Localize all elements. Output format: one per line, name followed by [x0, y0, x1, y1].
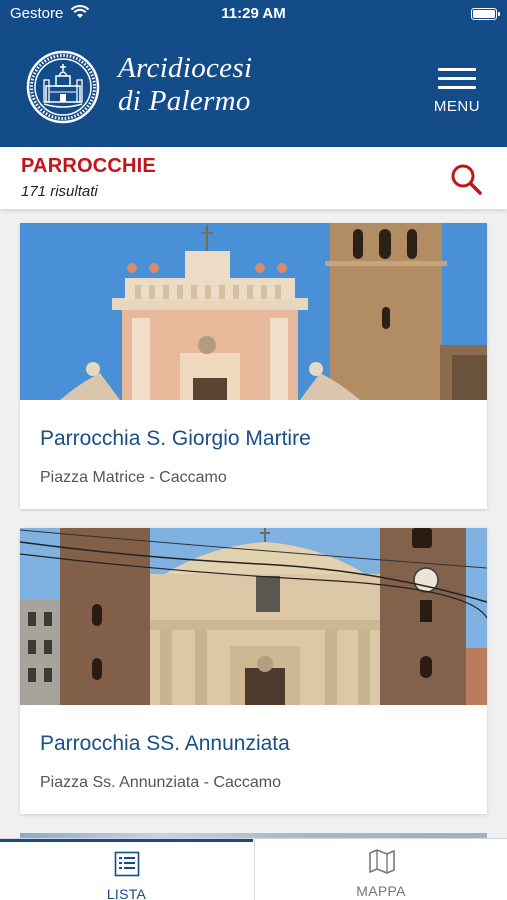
parish-card[interactable]: Parrocchia S. Giorgio Martire Piazza Mat… [20, 223, 487, 509]
search-icon [451, 164, 482, 195]
parish-name[interactable]: Parrocchia SS. Annunziata [40, 732, 290, 756]
tab-lista[interactable]: LISTA [0, 839, 253, 900]
hamburger-icon-bar [438, 86, 476, 89]
map-icon [368, 847, 396, 875]
parish-card[interactable]: Parrocchia SS. Annunziata Piazza Ss. Ann… [20, 528, 487, 814]
parish-photo [20, 528, 487, 705]
search-button[interactable] [448, 161, 484, 197]
list-icon [113, 850, 141, 878]
parish-address: Piazza Ss. Annunziata - Caccamo [40, 774, 282, 791]
menu-label: MENU [433, 98, 481, 115]
parish-address: Piazza Matrice - Caccamo [40, 469, 227, 486]
results-count: 171 risultati [21, 183, 98, 200]
status-time: 11:29 AM [221, 5, 286, 22]
section-header: PARROCCHIE 171 risultati [0, 147, 507, 209]
hamburger-icon [438, 68, 476, 71]
parish-list[interactable]: Parrocchia S. Giorgio Martire Piazza Mat… [0, 209, 507, 840]
battery-icon [471, 8, 500, 20]
app-header: Gestore 11:29 AM Arcidiocesi di Palermo [0, 0, 507, 147]
brand-line-1: Arcidiocesi [118, 52, 253, 84]
brand-line-2: di Palermo [118, 85, 251, 117]
tab-mappa[interactable]: MAPPA [254, 839, 507, 900]
hamburger-icon-bar [438, 77, 476, 80]
parish-photo [20, 223, 487, 400]
menu-button[interactable]: MENU [428, 62, 488, 118]
tab-mappa-label: MAPPA [356, 883, 406, 899]
tab-lista-label: LISTA [106, 886, 147, 900]
section-title: PARROCCHIE [21, 155, 156, 177]
bottom-tab-bar: LISTA MAPPA [0, 838, 507, 900]
diocese-name: Arcidiocesi di Palermo [118, 52, 252, 118]
status-bar: Gestore 11:29 AM [0, 0, 507, 28]
parish-name[interactable]: Parrocchia S. Giorgio Martire [40, 427, 311, 451]
diocese-seal-logo[interactable] [26, 50, 100, 124]
